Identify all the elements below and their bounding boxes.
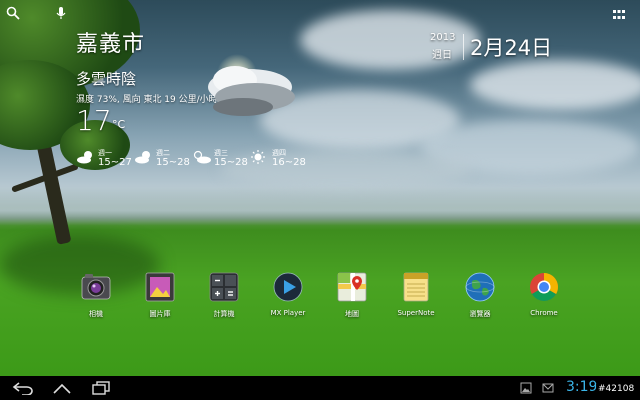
sunny-icon [251,150,265,164]
globe-icon [465,272,495,302]
app-label: SuperNote [397,309,435,317]
date-widget[interactable]: 2013 週日 2月24日 [424,32,564,62]
image-watermark: #42108 [596,384,637,394]
chrome-icon [530,273,558,301]
calculator-icon [209,272,239,302]
search-icon[interactable] [6,6,20,20]
maps-icon [337,272,367,302]
app-maps[interactable]: 地圖 [322,272,382,322]
app-label: 圖片庫 [149,310,171,318]
app-label: MX Player [270,309,306,317]
cloud-shape [470,60,640,110]
app-supernote[interactable]: SuperNote [386,272,446,322]
current-temperature: 17 [76,104,112,137]
weekday-label: 週日 [432,50,452,61]
cloudy-sun-icon [208,54,295,116]
forecast-range: 15~27 [98,157,132,168]
camera-icon [81,274,111,300]
forecast-range: 15~28 [214,157,248,168]
all-apps-icon[interactable] [612,10,626,20]
forecast-day: 週三 15~28 [192,148,248,172]
mail-notification-icon[interactable] [542,381,554,395]
app-label: 計算機 [213,310,235,318]
forecast-day: 週二 15~28 [134,148,190,172]
app-calculator[interactable]: 計算機 [194,272,254,322]
forecast-row: 週一 15~27 週二 15~28 週三 15~28 週四 16~28 [76,148,306,172]
partly-cloudy-icon [77,151,92,164]
weather-condition: 多雲時陰 [76,70,137,88]
recent-apps-icon[interactable] [92,381,110,395]
month-day-label: 2月24日 [470,36,553,60]
gallery-notification-icon[interactable] [520,381,532,395]
app-label: 地圖 [345,310,359,318]
notepad-icon [403,272,429,302]
home-icon[interactable] [52,381,72,395]
sun-cloud-icon [193,150,211,164]
date-divider [463,34,464,60]
app-label: Chrome [530,309,558,317]
temperature-unit: °C [112,118,126,131]
app-gallery[interactable]: 圖片庫 [130,272,190,322]
back-icon[interactable] [12,381,34,395]
play-icon [273,272,303,302]
forecast-day: 週四 16~28 [250,148,306,172]
city-name: 嘉義市 [76,32,146,57]
app-chrome[interactable]: Chrome [514,272,574,322]
year-label: 2013 [430,32,456,43]
horizon [0,185,640,230]
app-label: 瀏覽器 [469,310,491,318]
gallery-icon [145,272,175,302]
app-label: 相機 [89,310,103,318]
app-browser[interactable]: 瀏覽器 [450,272,510,322]
partly-cloudy-icon [135,151,150,164]
app-camera[interactable]: 相機 [66,272,126,322]
system-navigation-bar: 3:19 [0,376,640,400]
forecast-range: 15~28 [156,157,190,168]
forecast-range: 16~28 [272,157,306,168]
app-mx-player[interactable]: MX Player [258,272,318,322]
microphone-icon[interactable] [54,6,68,20]
forecast-day: 週一 15~27 [76,148,132,172]
status-clock[interactable]: 3:19 [566,379,597,395]
